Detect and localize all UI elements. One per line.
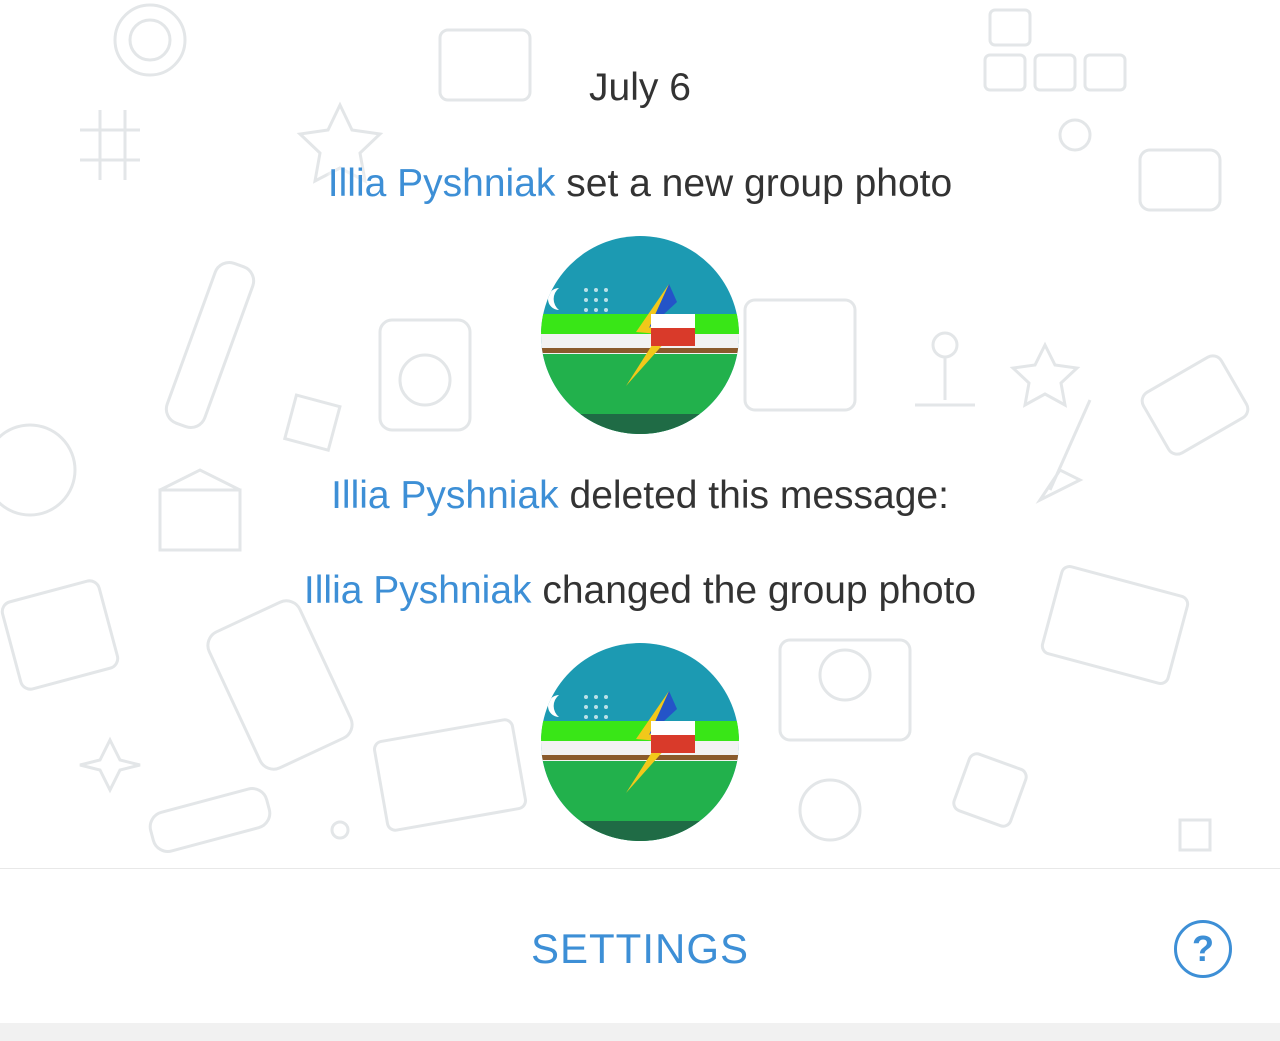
bottom-bar: SETTINGS ? <box>0 868 1280 1024</box>
system-nav-strip <box>0 1023 1280 1041</box>
chat-area[interactable]: July 6 Illia Pyshniak set a new group ph… <box>0 0 1280 868</box>
group-photo-thumbnail[interactable] <box>541 643 739 841</box>
actor-link[interactable]: Illia Pyshniak <box>304 569 532 612</box>
action-text: deleted this message: <box>569 474 949 517</box>
actor-link[interactable]: Illia Pyshniak <box>331 474 559 517</box>
service-message-set-photo: Illia Pyshniak set a new group photo <box>0 162 1280 206</box>
actor-link[interactable]: Illia Pyshniak <box>328 162 556 205</box>
settings-button[interactable]: SETTINGS <box>490 919 790 979</box>
group-photo-thumbnail[interactable] <box>541 236 739 434</box>
service-message-deleted: Illia Pyshniak deleted this message: <box>0 474 1280 518</box>
action-text: changed the group photo <box>542 569 977 612</box>
service-message-changed-photo: Illia Pyshniak changed the group photo <box>0 569 1280 613</box>
question-circle-icon[interactable]: ? <box>1174 920 1232 978</box>
date-separator: July 6 <box>589 66 691 109</box>
action-text: set a new group photo <box>566 162 953 205</box>
